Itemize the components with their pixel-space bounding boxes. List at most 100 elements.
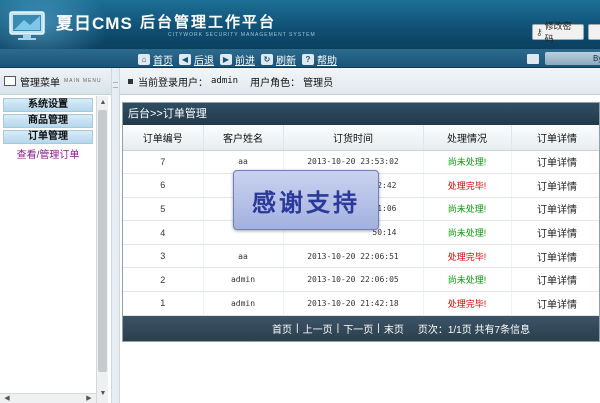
sidebar-link-view-orders[interactable]: 查看/管理订单	[0, 146, 96, 161]
breadcrumb: 后台>>订单管理	[123, 103, 599, 125]
col-status: 处理情况	[423, 125, 512, 151]
table-header-row: 订单编号 客户姓名 订货时间 处理情况 订单详情	[123, 125, 599, 151]
nav-back-label: 后退	[194, 56, 214, 67]
logo-title: 夏日CMS	[56, 14, 133, 33]
splitter-grip-icon[interactable]	[113, 82, 118, 88]
pagination-bar: 首页 | 上一页 | 下一页 | 末页 页次：1/1页 共有7条信息	[123, 316, 599, 341]
status-text: 尚未处理!	[423, 220, 512, 245]
toolbar-right: By E	[527, 52, 600, 65]
order-id: 6	[123, 173, 204, 198]
app-header: 夏日CMS 后台管理工作平台 CITYWORK SECURITY MANAGEM…	[0, 0, 600, 49]
bullet-icon	[128, 78, 133, 84]
order-id: 2	[123, 267, 204, 293]
table-row: 1 admin 2013-10-20 21:42:18 处理完毕! 订单详情	[123, 291, 599, 316]
toolbar: ⌂ 首页 ◀ 后退 ▶ 前进 ↻ 刷新 ? 帮助 By E	[0, 49, 600, 68]
detail-link[interactable]: 订单详情	[511, 173, 599, 198]
pager-prev[interactable]: 上一页	[303, 321, 333, 336]
detail-link[interactable]: 订单详情	[511, 220, 599, 245]
user-role: 管理员	[303, 77, 334, 89]
sidebar-hscrollbar[interactable]: ◀ ▶	[0, 393, 96, 403]
login-user: admin	[211, 76, 239, 86]
monitor-icon	[527, 53, 539, 64]
sidebar-menu: 系统设置 商品管理 订单管理 查看/管理订单	[0, 96, 96, 161]
detail-link[interactable]: 订单详情	[511, 267, 599, 293]
key-icon: ⚷	[536, 26, 543, 37]
change-password-button[interactable]: ⚷ 修改密码	[532, 21, 584, 44]
sidebar-scrollbar[interactable]: ▲ ▼	[96, 96, 108, 403]
table-row: 2 admin 2013-10-20 22:06:05 尚未处理! 订单详情	[123, 267, 599, 293]
order-id: 7	[123, 150, 204, 175]
detail-link[interactable]: 订单详情	[511, 150, 599, 175]
toolbar-nav: ⌂ 首页 ◀ 后退 ▶ 前进 ↻ 刷新 ? 帮助	[138, 52, 337, 67]
detail-link[interactable]: 订单详情	[511, 291, 599, 316]
nav-home[interactable]: ⌂ 首页	[138, 52, 173, 67]
login-status: 当前登录用户： admin 用户角色： 管理员	[120, 68, 600, 95]
order-time: 2013-10-20 21:42:18	[283, 291, 424, 316]
logo-tagline: CITYWORK SECURITY MANAGEMENT SYSTEM	[168, 32, 316, 38]
help-icon: ?	[302, 54, 314, 65]
nav-refresh-label: 刷新	[276, 56, 296, 67]
table-row: 3 aa 2013-10-20 22:06:51 处理完毕! 订单详情	[123, 244, 599, 269]
col-order-time: 订货时间	[283, 125, 424, 151]
nav-home-label: 首页	[153, 56, 173, 67]
sidebar-item-order-management[interactable]: 订单管理	[3, 130, 93, 144]
forward-arrow-icon: ▶	[220, 54, 232, 65]
sidebar-header: 管理菜单 MAIN MENU	[0, 68, 111, 95]
logo-subtitle: 后台管理工作平台	[140, 14, 277, 31]
col-order-id: 订单编号	[123, 125, 204, 151]
exit-button[interactable]	[588, 24, 600, 40]
sidebar: 管理菜单 MAIN MENU 系统设置 商品管理 订单管理 查看/管理订单 ▲ …	[0, 68, 112, 403]
pager-next[interactable]: 下一页	[343, 321, 373, 336]
sidebar-item-system-settings[interactable]: 系统设置	[3, 98, 93, 112]
customer-name: aa	[203, 244, 284, 269]
status-text: 尚未处理!	[423, 197, 512, 222]
scroll-right-icon[interactable]: ▶	[84, 394, 94, 403]
pager-separator: |	[336, 323, 340, 334]
pager-separator: |	[377, 323, 380, 334]
by-label: By E	[545, 52, 600, 65]
scroll-thumb[interactable]	[98, 110, 107, 372]
thanks-watermark: 感谢支持	[233, 170, 379, 230]
order-id: 5	[123, 197, 204, 222]
col-detail: 订单详情	[511, 125, 599, 151]
status-text: 处理完毕!	[423, 173, 512, 198]
order-time: 2013-10-20 22:06:51	[283, 244, 424, 269]
status-text: 尚未处理!	[423, 150, 512, 175]
order-id: 3	[123, 244, 204, 269]
order-id: 4	[123, 220, 204, 245]
login-label: 当前登录用户：	[138, 77, 208, 89]
menu-icon	[4, 76, 16, 86]
customer-name: admin	[203, 291, 284, 316]
nav-back[interactable]: ◀ 后退	[179, 52, 214, 67]
watermark-text: 感谢支持	[252, 188, 360, 217]
status-text: 处理完毕!	[423, 291, 512, 316]
status-text: 尚未处理!	[423, 267, 512, 293]
back-arrow-icon: ◀	[179, 54, 191, 65]
pager-separator: |	[296, 323, 299, 334]
monitor-logo-icon	[9, 11, 45, 40]
nav-refresh[interactable]: ↻ 刷新	[261, 52, 296, 67]
scroll-down-icon[interactable]: ▼	[98, 389, 108, 399]
sidebar-splitter[interactable]	[112, 68, 120, 403]
nav-forward-label: 前进	[235, 56, 255, 67]
sidebar-title: 管理菜单	[20, 77, 60, 89]
detail-link[interactable]: 订单详情	[511, 197, 599, 222]
scroll-left-icon[interactable]: ◀	[2, 394, 12, 403]
nav-help[interactable]: ? 帮助	[302, 52, 337, 67]
scroll-up-icon[interactable]: ▲	[98, 98, 108, 108]
pager-last[interactable]: 末页	[384, 321, 404, 336]
nav-forward[interactable]: ▶ 前进	[220, 52, 255, 67]
status-text: 处理完毕!	[423, 244, 512, 269]
nav-help-label: 帮助	[317, 56, 337, 67]
sidebar-title-en: MAIN MENU	[64, 78, 102, 84]
pager-info: 页次：1/1页 共有7条信息	[417, 325, 531, 336]
refresh-icon: ↻	[261, 54, 273, 65]
pager-first[interactable]: 首页	[272, 321, 292, 336]
change-password-label: 修改密码	[544, 21, 572, 44]
home-icon: ⌂	[138, 54, 150, 65]
detail-link[interactable]: 订单详情	[511, 244, 599, 269]
sidebar-item-product-management[interactable]: 商品管理	[3, 114, 93, 128]
customer-name: admin	[203, 267, 284, 293]
col-customer-name: 客户姓名	[203, 125, 284, 151]
content-footer-area	[120, 343, 600, 403]
